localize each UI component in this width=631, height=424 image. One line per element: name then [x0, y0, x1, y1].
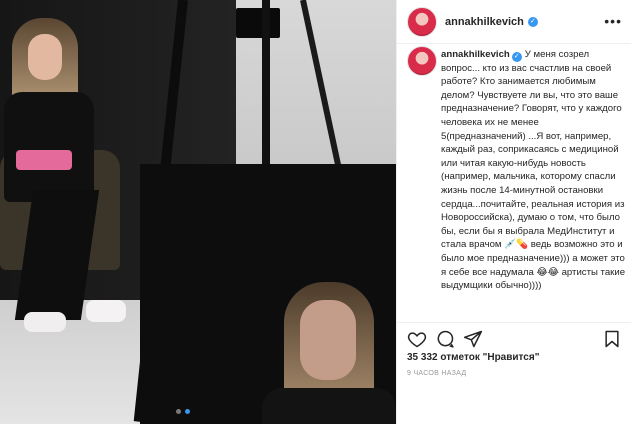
share-icon[interactable] — [463, 329, 483, 349]
post-photo[interactable] — [0, 0, 396, 424]
caption-block: annakhilkevich ✓ У меня созрел вопрос... к… — [407, 46, 626, 328]
caption-text-container: annakhilkevich ✓ У меня созрел вопрос... к… — [441, 48, 626, 293]
woman-body — [4, 92, 94, 202]
carousel-dot[interactable] — [176, 409, 181, 414]
carousel-dots — [176, 409, 190, 414]
comment-icon[interactable] — [435, 329, 455, 349]
more-options-icon[interactable]: ••• — [604, 14, 622, 28]
post-header: annakhilkevich ✓ ••• — [397, 0, 631, 44]
header-username[interactable]: annakhilkevich — [445, 16, 524, 28]
avatar[interactable] — [407, 6, 437, 37]
post-sidebar: annakhilkevich ✓ ••• annakhilkevich ✓ У ме… — [396, 0, 631, 424]
verified-badge-icon: ✓ — [527, 16, 538, 27]
likes-count[interactable]: 35 332 отметок "Нравится" — [407, 352, 539, 363]
sneaker — [86, 300, 126, 322]
pink-top — [16, 150, 72, 170]
sneaker — [24, 312, 66, 332]
bookmark-icon[interactable] — [602, 329, 622, 349]
caption-text: У меня созрел вопрос... кто из вас счаст… — [441, 49, 626, 292]
caption-avatar[interactable] — [407, 46, 437, 76]
action-bar — [397, 322, 631, 352]
heart-icon[interactable] — [407, 329, 427, 349]
monitor-reflection-face — [300, 300, 356, 380]
studio-lamp — [236, 8, 280, 38]
verified-badge-icon: ✓ — [511, 51, 522, 62]
woman-face — [28, 34, 62, 80]
light-stand — [262, 0, 270, 170]
caption-username[interactable]: annakhilkevich — [441, 49, 510, 60]
monitor-reflection-body — [262, 388, 396, 424]
post-timestamp[interactable]: 9 ЧАСОВ НАЗАД — [407, 370, 466, 377]
carousel-dot-active[interactable] — [185, 409, 190, 414]
